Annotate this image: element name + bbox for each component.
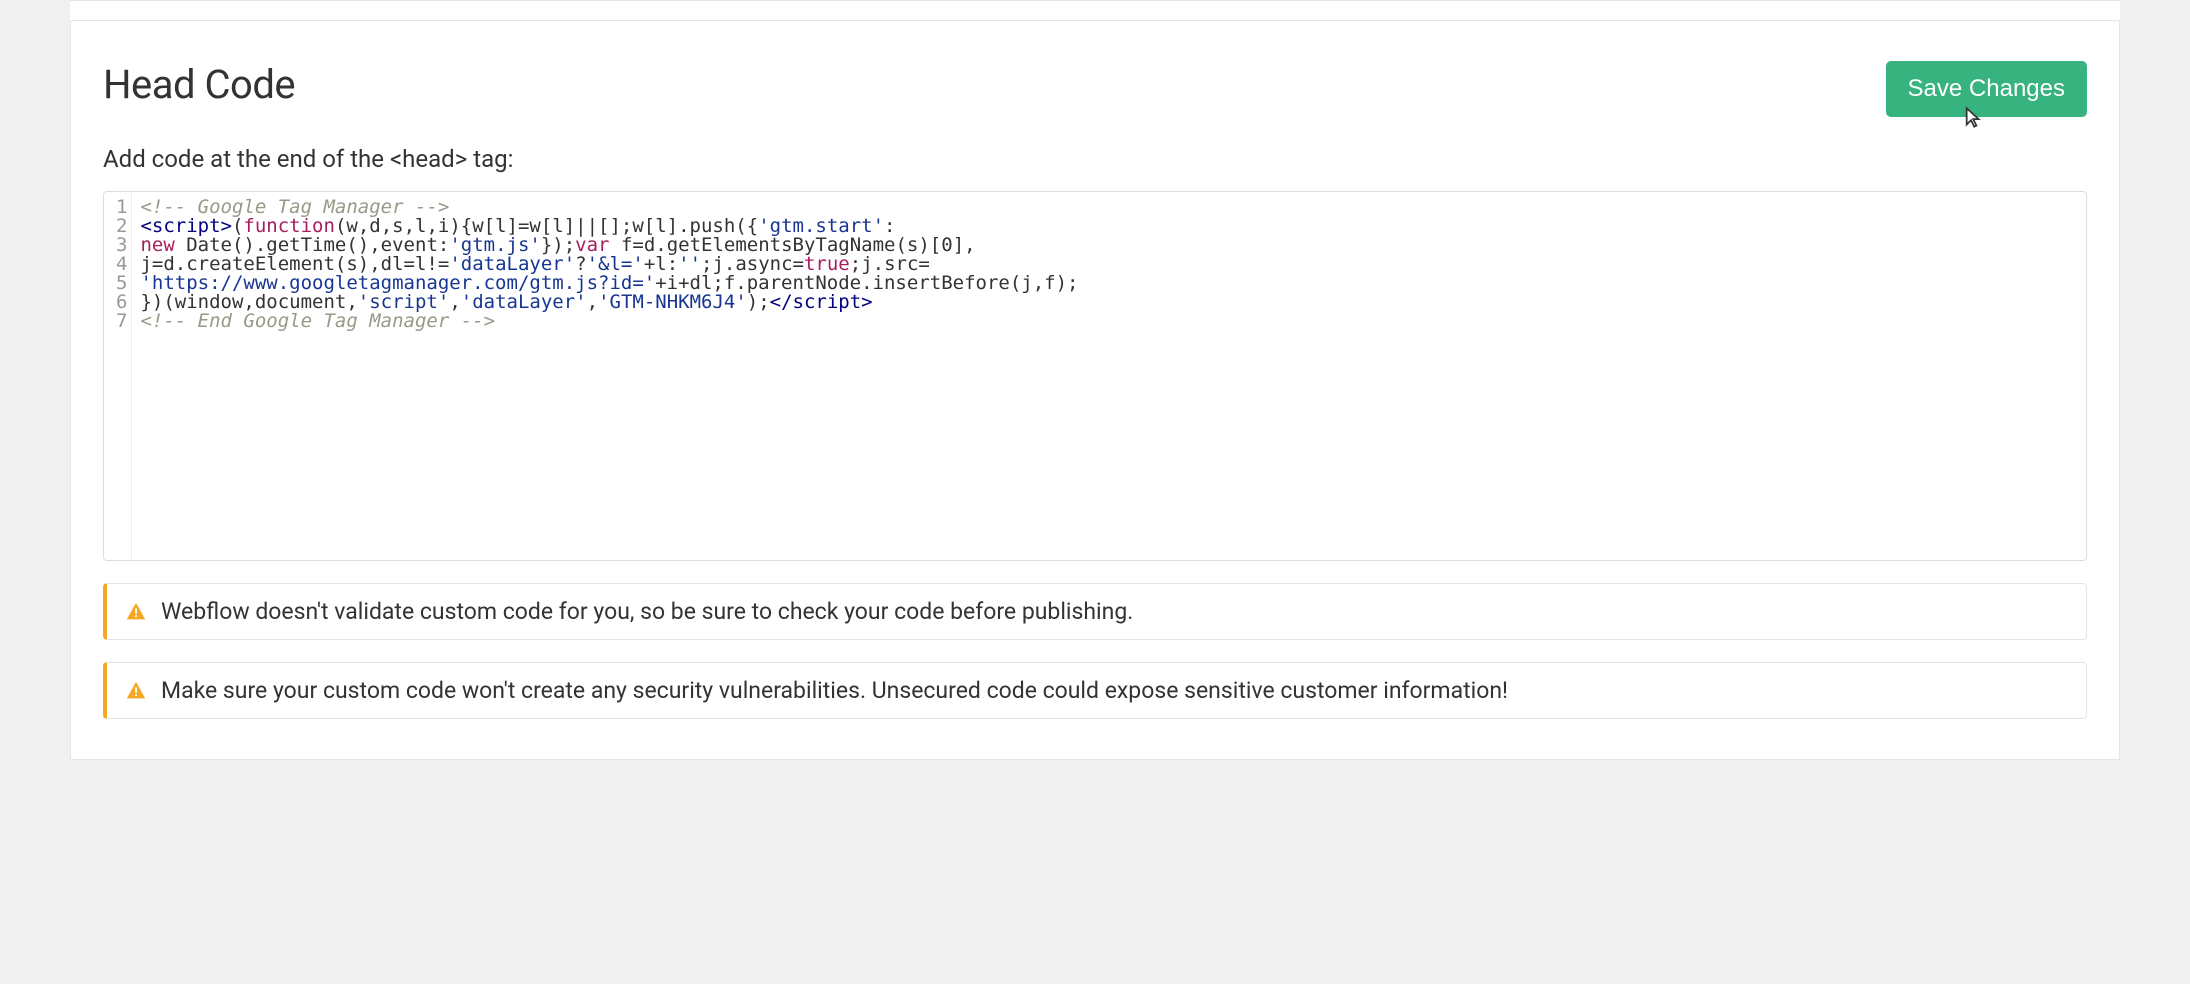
head-code-editor[interactable]: 1234567 <!-- Google Tag Manager --><scri… (103, 191, 2087, 561)
section-heading: Head Code (103, 61, 295, 108)
warning-icon (125, 680, 147, 702)
top-divider (70, 0, 2120, 20)
cursor-icon (1958, 105, 1984, 135)
warning-icon (125, 601, 147, 623)
header-row: Head Code Save Changes (103, 61, 2087, 117)
save-changes-button[interactable]: Save Changes (1886, 61, 2087, 117)
editor-label-prefix: Add code at the end of the (103, 145, 390, 173)
editor-gutter: 1234567 (104, 192, 132, 560)
editor-label: Add code at the end of the <head> tag: (103, 145, 2087, 173)
editor-label-tag: <head> (390, 145, 467, 173)
code-line[interactable]: <!-- End Google Tag Manager --> (140, 312, 1078, 331)
alert-security: Make sure your custom code won't create … (103, 662, 2087, 719)
head-code-panel: Head Code Save Changes Add code at the e… (70, 20, 2120, 760)
alert-message: Webflow doesn't validate custom code for… (161, 598, 1133, 625)
alert-validate: Webflow doesn't validate custom code for… (103, 583, 2087, 640)
alert-message: Make sure your custom code won't create … (161, 677, 1508, 704)
editor-code[interactable]: <!-- Google Tag Manager --><script>(func… (132, 192, 1086, 560)
editor-label-suffix: tag: (467, 145, 513, 173)
line-number: 7 (116, 312, 127, 331)
